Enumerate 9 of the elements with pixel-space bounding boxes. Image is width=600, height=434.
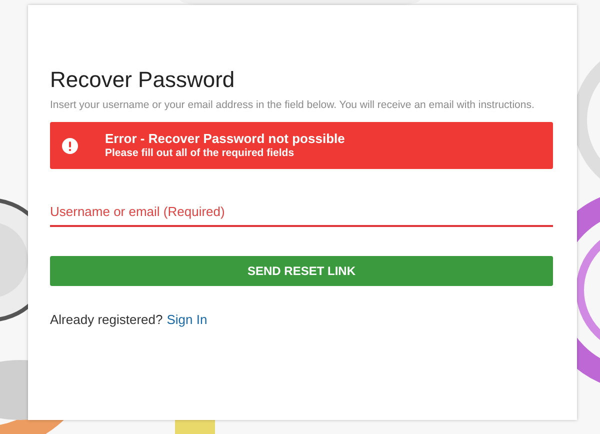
username-field[interactable]: Username or email (Required): [50, 198, 553, 227]
alert-message: Please fill out all of the required fields: [105, 147, 296, 160]
sign-in-link[interactable]: Sign In: [166, 312, 208, 327]
alert-title: Error - Recover Password not possible: [105, 131, 345, 147]
footer-text: Already registered?: [50, 312, 163, 327]
form-description: Insert your username or your email address in the field below. You will receive an email with instructions.: [50, 99, 536, 112]
form-title: Recover Password: [50, 67, 236, 93]
exclamation-icon: [62, 138, 78, 154]
send-reset-link-button[interactable]: SEND RESET LINK: [50, 256, 553, 286]
